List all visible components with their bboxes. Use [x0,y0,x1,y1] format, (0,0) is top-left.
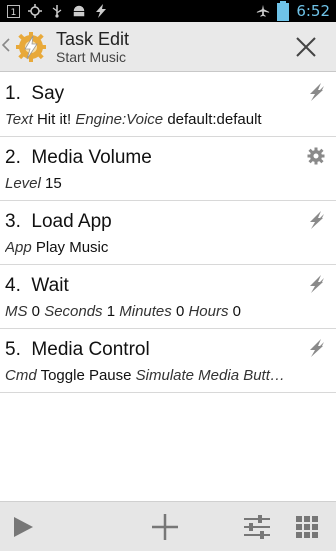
action-name: Say [31,83,65,104]
action-params: Cmd Toggle Pause Simulate Media Butt… [5,367,305,384]
status-bar-right: 6:52 [256,1,330,21]
status-bar-left: 1 [6,4,108,18]
settings-sliders-icon [244,515,270,539]
notification-count-icon: 1 [6,4,20,18]
action-params: App Play Music [5,239,305,256]
param-value: Play Music [35,239,109,256]
list-item[interactable]: 5. Media Control Cmd Toggle Pause Simula… [0,329,336,393]
bottom-toolbar [0,501,336,551]
app-gear-icon[interactable] [14,30,48,64]
action-number: 5. [5,339,21,360]
android-debug-icon [72,4,86,18]
back-chevron-icon[interactable] [1,37,12,56]
status-time: 6:52 [296,2,330,20]
param-key: Simulate Media Butt… [135,367,285,384]
list-item[interactable]: 4. Wait MS 0 Seconds 1 Minutes 0 Hours 0 [0,265,336,329]
page-subtitle: Start Music [56,48,127,65]
param-key: Level [5,175,41,192]
action-bar: Task Edit Start Music [0,22,336,72]
action-number: 1. [5,83,21,104]
list-item[interactable]: 2. Media Volume Level 15 [0,137,336,201]
param-key: Minutes [119,303,172,320]
header-titles: Task Edit Start Music [56,29,129,65]
action-title: 1. Say [5,83,64,105]
play-icon [14,517,33,537]
add-action-button[interactable] [150,512,180,542]
param-value: Hit it! [36,111,72,128]
action-list: 1. Say Text Hit it! Engine:Voice default… [0,73,336,393]
action-name: Media Volume [31,147,152,168]
param-value: 1 [106,303,116,320]
list-item[interactable]: 1. Say Text Hit it! Engine:Voice default… [0,73,336,137]
action-params: MS 0 Seconds 1 Minutes 0 Hours 0 [5,303,305,320]
action-params: Level 15 [5,175,305,192]
action-number: 4. [5,275,21,296]
action-title: 2. Media Volume [5,147,152,169]
add-icon [152,514,178,540]
list-item[interactable]: 3. Load App App Play Music [0,201,336,265]
status-bar: 1 6:52 [0,0,336,22]
gps-icon [28,4,42,18]
param-key: Text [5,111,33,128]
param-value: default:default [167,111,262,128]
action-title: 5. Media Control [5,339,150,361]
param-key: Seconds [44,303,103,320]
param-key: Engine:Voice [75,111,164,128]
action-title: 4. Wait [5,275,69,297]
battery-icon [276,1,290,21]
page-title: Task Edit [56,28,130,49]
play-button[interactable] [8,512,38,542]
gear-icon[interactable] [306,146,326,166]
close-icon [296,37,316,57]
close-button[interactable] [292,33,320,61]
param-key: App [5,239,32,256]
action-title: 3. Load App [5,211,112,233]
action-number: 2. [5,147,21,168]
action-number: 3. [5,211,21,232]
grid-menu-button[interactable] [292,512,322,542]
bolt-icon [94,4,108,18]
usb-icon [50,4,64,18]
airplane-mode-icon [256,4,270,18]
param-value: 15 [45,175,62,192]
param-key: MS [5,303,28,320]
param-key: Hours [188,303,229,320]
bolt-icon[interactable] [306,82,326,102]
action-name: Media Control [31,339,150,360]
param-value: 0 [175,303,185,320]
param-value: 0 [31,303,41,320]
param-value: 0 [232,303,241,320]
param-value: Toggle Pause [40,367,132,384]
svg-text:1: 1 [10,8,16,18]
action-name: Load App [31,211,112,232]
task-properties-button[interactable] [242,512,272,542]
grid-icon [296,516,318,538]
action-params: Text Hit it! Engine:Voice default:defaul… [5,111,305,128]
bolt-icon[interactable] [306,338,326,358]
bolt-icon[interactable] [306,210,326,230]
bolt-icon[interactable] [306,274,326,294]
action-name: Wait [31,275,69,296]
param-key: Cmd [5,367,37,384]
